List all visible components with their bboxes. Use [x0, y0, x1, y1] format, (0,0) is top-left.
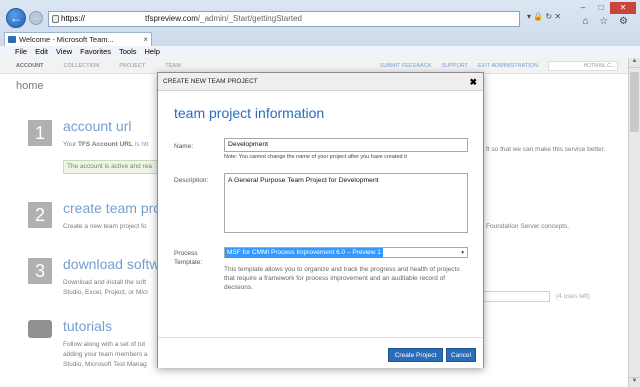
- menu-bar: File Edit View Favorites Tools Help: [0, 46, 640, 58]
- forward-button[interactable]: →: [29, 11, 43, 25]
- dialog-header-title: CREATE NEW TEAM PROJECT: [163, 78, 258, 85]
- url-host: tfspreview.com: [145, 14, 198, 23]
- menu-favorites[interactable]: Favorites: [80, 46, 111, 58]
- menu-file[interactable]: File: [15, 46, 27, 58]
- dialog-footer: Create Project Cancel: [158, 337, 483, 368]
- url-prefix: https://: [61, 14, 86, 23]
- project-name-input[interactable]: Development: [224, 138, 468, 152]
- menu-edit[interactable]: Edit: [35, 46, 48, 58]
- chevron-down-icon[interactable]: ▾: [461, 248, 464, 258]
- create-project-button[interactable]: Create Project: [388, 348, 443, 362]
- scroll-up-icon[interactable]: ▲: [629, 58, 640, 68]
- window-controls: – □ ✕: [574, 2, 636, 14]
- address-bar-icons[interactable]: ▾ 🔒 ↻ ✕: [527, 12, 561, 21]
- tab-close-icon[interactable]: ×: [143, 33, 148, 46]
- close-window-button[interactable]: ✕: [610, 2, 636, 14]
- name-note: Note: You cannot change the name of your…: [224, 154, 407, 160]
- back-button[interactable]: ←: [6, 8, 26, 28]
- lock-icon: [52, 15, 59, 23]
- url-path: /_admin/_Start/gettingStarted: [197, 14, 302, 23]
- process-template-select[interactable]: MSF for CMMI Process Improvement 6.0 – P…: [224, 247, 468, 258]
- process-template-value: MSF for CMMI Process Improvement 6.0 – P…: [225, 248, 383, 258]
- scroll-thumb[interactable]: [630, 72, 639, 132]
- browser-tab[interactable]: Welcome - Microsoft Team... ×: [4, 32, 152, 46]
- dialog-title: team project information: [174, 105, 325, 121]
- minimize-button[interactable]: –: [574, 2, 592, 14]
- dialog-header: CREATE NEW TEAM PROJECT ✖: [158, 73, 483, 91]
- process-template-description: This template allows you to organize and…: [224, 266, 460, 291]
- close-icon[interactable]: ✖: [469, 73, 477, 91]
- description-textarea[interactable]: A General Purpose Team Project for Devel…: [224, 173, 468, 233]
- tab-favicon-icon: [8, 36, 16, 43]
- forward-arrow-icon: →: [32, 13, 40, 22]
- process-template-label: Process Template:: [174, 250, 203, 266]
- menu-tools[interactable]: Tools: [119, 46, 137, 58]
- address-bar[interactable]: https:// tfspreview.com/_admin/_Start/get…: [48, 11, 520, 27]
- cancel-button[interactable]: Cancel: [446, 348, 476, 362]
- maximize-button[interactable]: □: [592, 2, 610, 14]
- menu-help[interactable]: Help: [145, 46, 160, 58]
- name-label: Name:: [174, 143, 194, 150]
- tab-title: Welcome - Microsoft Team...: [19, 35, 114, 44]
- vertical-scrollbar[interactable]: ▲ ▼: [628, 58, 640, 387]
- browser-chrome: ← → https:// tfspreview.com/_admin/_Start…: [0, 0, 640, 58]
- menu-view[interactable]: View: [56, 46, 72, 58]
- toolbar-icons[interactable]: ⌂ ☆ ⚙: [582, 16, 632, 27]
- description-label: Description:: [174, 177, 209, 184]
- back-arrow-icon: ←: [10, 11, 22, 25]
- create-team-project-dialog: CREATE NEW TEAM PROJECT ✖ team project i…: [157, 72, 484, 368]
- scroll-down-icon[interactable]: ▼: [629, 377, 640, 387]
